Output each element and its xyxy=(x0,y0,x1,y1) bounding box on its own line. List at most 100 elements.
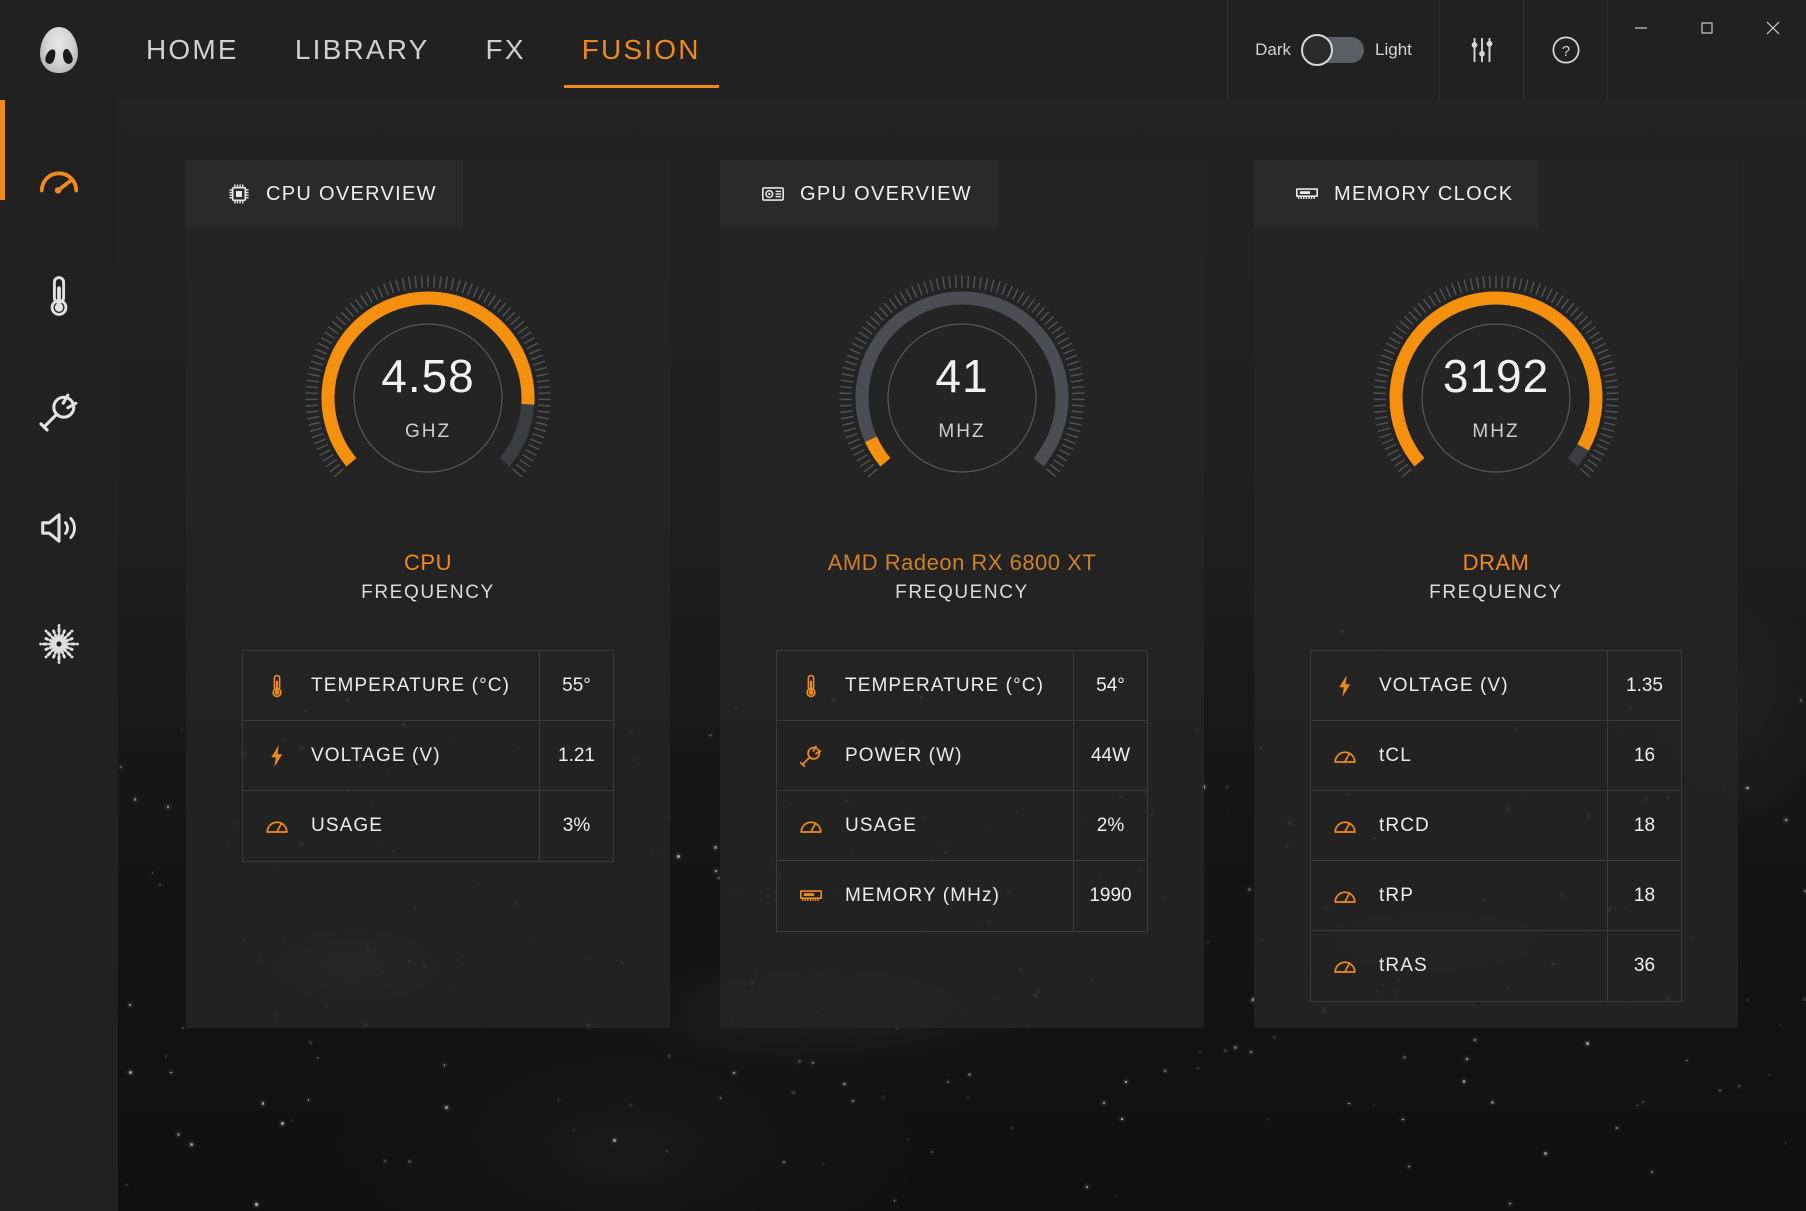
sidebar-item-power[interactable] xyxy=(0,354,118,470)
sidebar xyxy=(0,100,118,1211)
maximize-button[interactable] xyxy=(1674,0,1740,56)
theme-switch-knob[interactable] xyxy=(1301,34,1333,66)
stat-row: tRP18 xyxy=(1311,861,1681,931)
stat-value: 1.35 xyxy=(1607,651,1681,721)
stat-icon xyxy=(1311,743,1379,769)
stat-value: 3% xyxy=(539,791,613,861)
top-navigation-bar: HOMELIBRARYFXFUSION Dark Light ? xyxy=(0,0,1806,100)
stat-icon xyxy=(243,673,311,699)
help-button[interactable]: ? xyxy=(1523,0,1607,100)
card-body: 3192MHZDRAMFREQUENCYVOLTAGE (V)1.35tCL16… xyxy=(1254,228,1738,1028)
nav-item-library[interactable]: LIBRARY xyxy=(267,0,458,100)
card-tab-filler xyxy=(1539,160,1738,228)
gauge-section: 3192MHZDRAMFREQUENCY xyxy=(1254,268,1738,604)
card-title: CPU OVERVIEW xyxy=(266,183,437,206)
theme-toggle[interactable]: Dark Light xyxy=(1227,0,1439,100)
nav-item-fusion[interactable]: FUSION xyxy=(554,0,729,100)
card-body: 4.58GHZCPUFREQUENCYTEMPERATURE (°C)55°VO… xyxy=(186,228,670,1028)
stat-icon xyxy=(777,673,845,699)
card-tab-gpu[interactable]: GPU OVERVIEW xyxy=(720,160,998,228)
stat-label: VOLTAGE (V) xyxy=(1379,675,1607,697)
stat-icon xyxy=(1311,953,1379,979)
stat-value: 55° xyxy=(539,651,613,721)
minimize-button[interactable] xyxy=(1608,0,1674,56)
gauge-unit: MHZ xyxy=(1472,421,1519,443)
gauge-sublabel: FREQUENCY xyxy=(1429,582,1563,604)
gauge-section: 41MHZAMD Radeon RX 6800 XTFREQUENCY xyxy=(720,268,1204,604)
main-nav: HOMELIBRARYFXFUSION xyxy=(118,0,729,100)
stat-label: VOLTAGE (V) xyxy=(311,745,539,767)
stat-icon xyxy=(1311,813,1379,839)
gauge-cpu: 4.58 GHZ xyxy=(298,268,558,528)
card-title: MEMORY CLOCK xyxy=(1334,183,1513,206)
card-tab-memory[interactable]: MEMORY CLOCK xyxy=(1254,160,1539,228)
stat-icon xyxy=(777,813,845,839)
sidebar-item-performance[interactable] xyxy=(0,122,118,238)
sidebar-item-overclocking[interactable] xyxy=(0,586,118,702)
card-header: CPU OVERVIEW xyxy=(186,160,670,228)
stats-table: VOLTAGE (V)1.35tCL16tRCD18tRP18tRAS36 xyxy=(1310,650,1682,1002)
stat-icon xyxy=(1311,883,1379,909)
gauge-value: 41 xyxy=(935,353,988,399)
settings-button[interactable] xyxy=(1439,0,1523,100)
gauge-readout: 3192MHZ xyxy=(1366,268,1626,528)
help-circle-icon: ? xyxy=(1550,34,1582,66)
card-memory: MEMORY CLOCK 3192MHZDRAMFREQUENCY VOLTAGE … xyxy=(1254,160,1738,1028)
power-plug-icon xyxy=(36,389,82,435)
stat-label: TEMPERATURE (°C) xyxy=(311,675,539,697)
card-tab-cpu[interactable]: CPU OVERVIEW xyxy=(186,160,463,228)
stat-label: tRP xyxy=(1379,885,1607,907)
card-body: 41MHZAMD Radeon RX 6800 XTFREQUENCYTEMPE… xyxy=(720,228,1204,1028)
sidebar-item-audio[interactable] xyxy=(0,470,118,586)
gauge-icon xyxy=(1332,743,1358,769)
window-controls xyxy=(1607,0,1806,100)
gauge-value: 4.58 xyxy=(381,353,475,399)
theme-light-label: Light xyxy=(1375,40,1412,60)
stat-label: USAGE xyxy=(311,815,539,837)
gauge-icon xyxy=(1332,883,1358,909)
stat-value: 1.21 xyxy=(539,721,613,791)
close-button[interactable] xyxy=(1740,0,1806,56)
memory-stick-icon xyxy=(1294,181,1320,207)
gauge-gpu: 41 MHZ xyxy=(832,268,1092,528)
gauge-unit: MHZ xyxy=(938,421,985,443)
gauge-nav-icon xyxy=(36,157,82,203)
gauge-icon xyxy=(1332,813,1358,839)
stat-label: USAGE xyxy=(845,815,1073,837)
nav-item-home[interactable]: HOME xyxy=(118,0,267,100)
stat-label: tCL xyxy=(1379,745,1607,767)
theme-switch[interactable] xyxy=(1302,37,1364,63)
speaker-icon xyxy=(36,505,82,551)
stat-icon xyxy=(777,883,845,909)
stat-value: 16 xyxy=(1607,721,1681,791)
thermometer-icon xyxy=(36,273,82,319)
memory-stick-icon xyxy=(798,883,824,909)
stat-value: 18 xyxy=(1607,791,1681,861)
stats-table: TEMPERATURE (°C)54°POWER (W)44WUSAGE2%ME… xyxy=(776,650,1148,932)
card-cpu: CPU OVERVIEW4.58GHZCPUFREQUENCYTEMPERATU… xyxy=(186,160,670,1028)
gauge-section: 4.58GHZCPUFREQUENCY xyxy=(186,268,670,604)
app-logo xyxy=(0,0,118,100)
stat-row: USAGE3% xyxy=(243,791,613,861)
stat-icon xyxy=(777,743,845,769)
stat-value: 44W xyxy=(1073,721,1147,791)
sidebar-item-thermals[interactable] xyxy=(0,238,118,354)
nav-item-fx[interactable]: FX xyxy=(458,0,554,100)
stat-label: tRCD xyxy=(1379,815,1607,837)
card-title: GPU OVERVIEW xyxy=(800,183,972,206)
gauge-readout: 41 MHZ xyxy=(832,268,1092,528)
card-gpu: GPU OVERVIEW41MHZAMD Radeon RX 6800 XTFR… xyxy=(720,160,1204,1028)
stat-value: 2% xyxy=(1073,791,1147,861)
gauge-unit: GHZ xyxy=(405,421,451,443)
stat-row: tCL16 xyxy=(1311,721,1681,791)
stat-icon xyxy=(243,813,311,839)
gauge-sublabel: FREQUENCY xyxy=(895,582,1029,604)
graphics-card-icon xyxy=(760,181,786,207)
alienware-command-center-window: HOMELIBRARYFXFUSION Dark Light ? xyxy=(0,0,1806,1211)
burst-icon xyxy=(36,621,82,667)
alienware-head-icon xyxy=(40,27,78,73)
gauge-sublabel: FREQUENCY xyxy=(361,582,495,604)
minimize-icon xyxy=(1630,17,1652,39)
stat-row: tRAS36 xyxy=(1311,931,1681,1001)
theme-dark-label: Dark xyxy=(1255,40,1291,60)
